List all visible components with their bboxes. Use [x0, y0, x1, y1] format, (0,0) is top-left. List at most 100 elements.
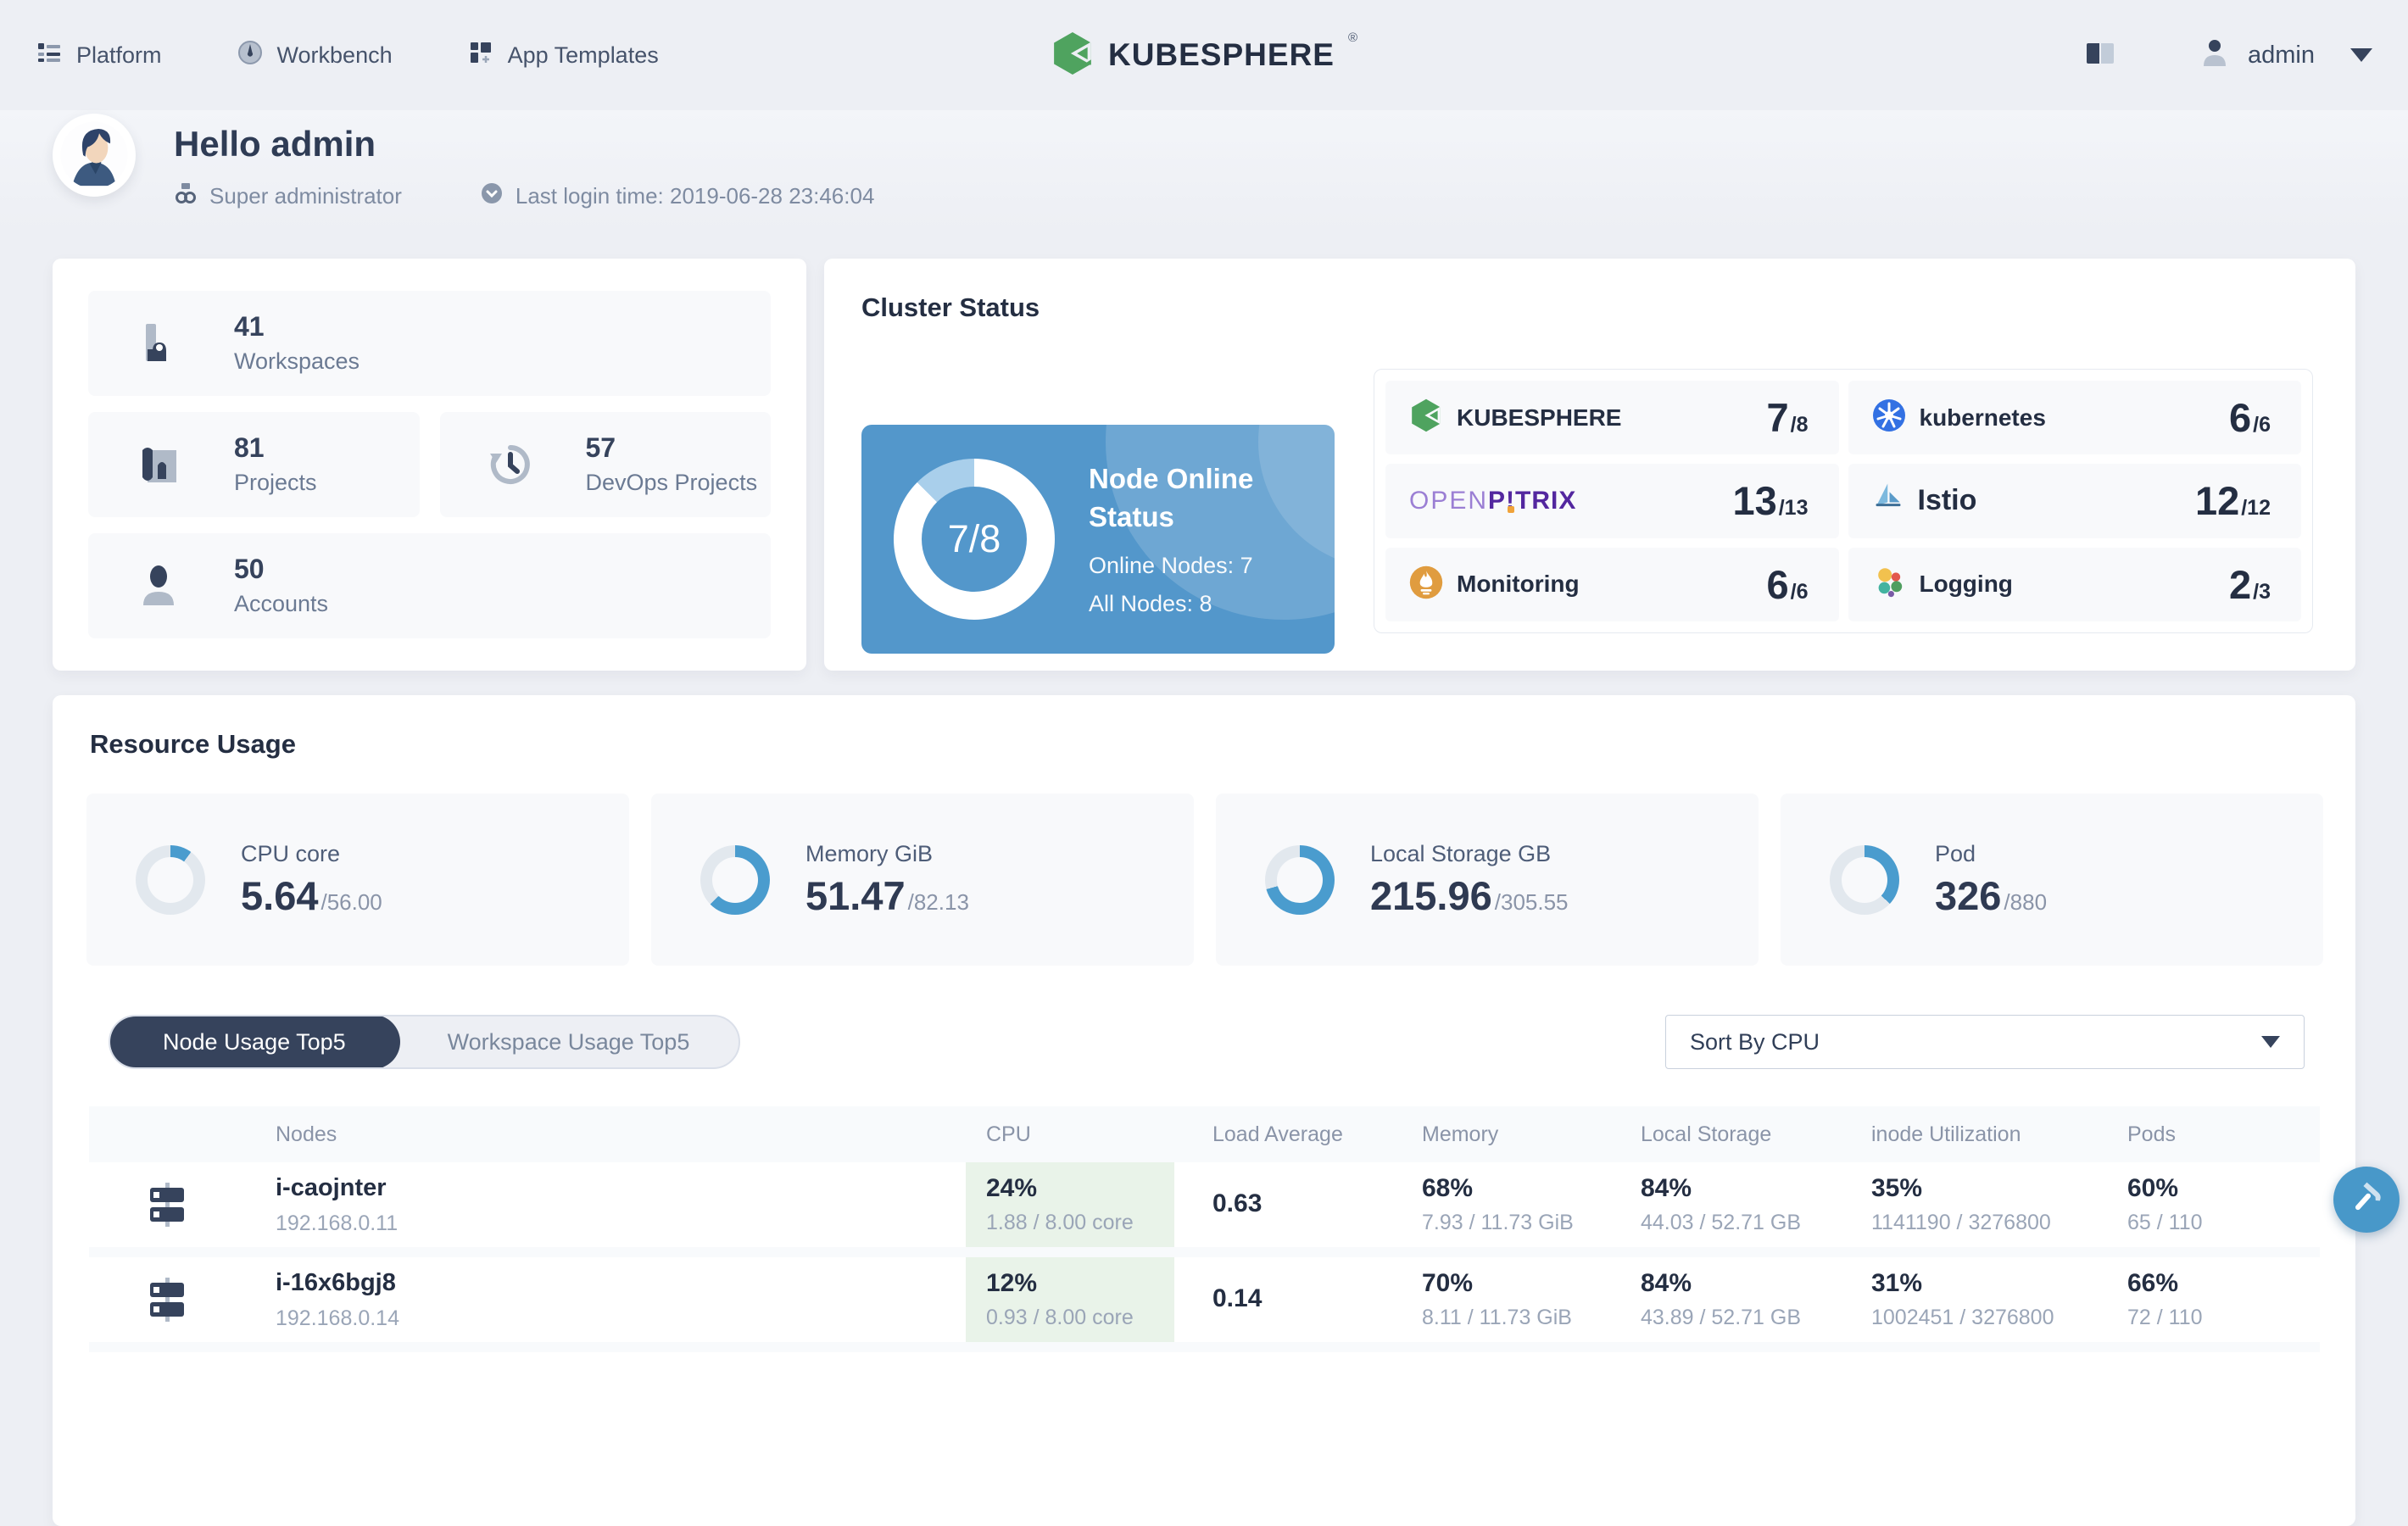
inode-percent: 31% — [1871, 1269, 1923, 1297]
user-menu[interactable]: admin — [2199, 37, 2372, 74]
gauge-pod: Pod 326 /880 — [1781, 794, 2323, 966]
stat-label: Accounts — [234, 591, 329, 617]
gauge-info: Memory GiB 51.47 /82.13 — [805, 841, 969, 919]
component-total: /6 — [1790, 579, 1809, 604]
accounts-icon — [136, 563, 181, 609]
col-pods: Pods — [2127, 1122, 2176, 1146]
stat-tile-devops[interactable]: 57 DevOps Projects — [439, 412, 771, 517]
sort-by-dropdown[interactable]: Sort By CPU — [1665, 1015, 2305, 1069]
col-nodes: Nodes — [276, 1122, 337, 1146]
nav-item-workbench[interactable]: Workbench — [237, 39, 393, 72]
kubesphere-logo[interactable]: KUBESPHERE ® — [1051, 0, 1357, 110]
gauge-used: 215.96 — [1370, 872, 1492, 918]
gauge-used: 326 — [1935, 872, 2002, 918]
resource-usage-title: Resource Usage — [90, 729, 296, 759]
gauge-used: 5.64 — [241, 872, 319, 918]
gauge-used: 51.47 — [805, 872, 906, 918]
node-status-heading: Node Online Status — [1089, 463, 1254, 532]
openpitrix-p: P — [1488, 486, 1507, 515]
nav-item-label: Workbench — [276, 42, 393, 68]
node-usage-table: Nodes CPU Load Average Memory Local Stor… — [89, 1106, 2320, 1352]
storage-detail: 44.03 / 52.71 GB — [1641, 1211, 1802, 1234]
component-total: /3 — [2253, 579, 2271, 604]
pods-percent: 66% — [2127, 1269, 2179, 1297]
platform-icon — [36, 39, 63, 72]
node-name: i-caojnter — [276, 1174, 387, 1201]
pods-percent: 60% — [2127, 1174, 2179, 1202]
node-ip: 192.168.0.11 — [276, 1211, 399, 1235]
monitoring-component-logo: Monitoring — [1409, 565, 1580, 604]
top-nav: Platform Workbench App Templates KUBESPH… — [0, 0, 2408, 110]
openpitrix-trix: TRIX — [1515, 486, 1577, 515]
resource-gauges: CPU core 5.64 /56.00 Memory GiB 51.47 /8… — [86, 794, 2323, 966]
component-value: 6 — [2229, 395, 2252, 441]
component-name: KUBESPHERE — [1457, 404, 1622, 431]
istio-component-logo: Istio — [1872, 482, 1976, 519]
hero-meta: Super administrator Last login time: 201… — [174, 181, 874, 211]
component-value: 13 — [1732, 478, 1777, 524]
nav-item-platform[interactable]: Platform — [36, 39, 162, 72]
tab-workspace-usage-top5[interactable]: Workspace Usage Top5 — [399, 1016, 739, 1067]
last-login-clock-icon — [480, 181, 504, 211]
gauge-total: /82.13 — [907, 888, 969, 915]
stat-text: 57 DevOps Projects — [585, 432, 758, 496]
component-monitoring: Monitoring 6 /6 — [1385, 547, 1839, 621]
openpitrix-logo-text: OPENP! TRIX — [1409, 487, 1576, 515]
logo-registered-mark: ® — [1347, 31, 1358, 45]
stat-label: DevOps Projects — [585, 470, 758, 496]
component-count: 13 /13 — [1732, 477, 1808, 524]
node-online-status-panel: 7/8 Node Online Status Online Nodes: 7 A… — [861, 425, 1335, 654]
nav-item-app-templates[interactable]: App Templates — [467, 39, 659, 72]
gauge-label: Local Storage GB — [1370, 840, 1552, 866]
cpu-percent: 12% — [986, 1269, 1038, 1297]
load-average: 0.14 — [1212, 1284, 1263, 1312]
storage-detail: 43.89 / 52.71 GB — [1641, 1306, 1802, 1329]
gauge-local-storage: Local Storage GB 215.96 /305.55 — [1216, 794, 1759, 966]
docs-book-icon[interactable] — [2083, 36, 2117, 75]
openpitrix-bang: ! — [1506, 486, 1516, 515]
online-nodes-label: Online Nodes: 7 — [1089, 553, 1253, 579]
load-average: 0.63 — [1212, 1189, 1263, 1217]
workbench-icon — [237, 39, 264, 72]
user-role-label: Super administrator — [209, 183, 402, 209]
component-kubesphere: KUBESPHERE 7 /8 — [1385, 381, 1839, 455]
local-storage-donut — [1265, 844, 1335, 915]
gauge-total: /880 — [2004, 888, 2048, 915]
table-row[interactable]: i-16x6bgj8 192.168.0.14 12% 0.93 / 8.00 … — [89, 1257, 2320, 1342]
user-role: Super administrator — [174, 181, 402, 211]
pods-detail: 65 / 110 — [2127, 1211, 2203, 1234]
stat-tile-projects[interactable]: 81 Projects — [88, 412, 420, 517]
logging-icon — [1872, 565, 1906, 604]
storage-percent: 84% — [1641, 1174, 1692, 1202]
cluster-components-box: KUBESPHERE 7 /8 kubernetes 6 /6 OPENP! T… — [1374, 369, 2313, 633]
node-status-text: Node Online Status Online Nodes: 7 All N… — [1089, 460, 1301, 617]
col-memory: Memory — [1422, 1122, 1499, 1146]
gauge-info: Local Storage GB 215.96 /305.55 — [1370, 841, 1569, 919]
role-badge-icon — [174, 181, 198, 211]
devops-projects-icon — [488, 442, 533, 487]
stat-value: 57 — [585, 432, 616, 463]
component-count: 6 /6 — [2229, 394, 2271, 441]
stat-tile-workspaces[interactable]: 41 Workspaces — [88, 291, 771, 396]
col-load-average: Load Average — [1212, 1122, 1343, 1146]
component-openpitrix: OPENP! TRIX 13 /13 — [1385, 464, 1839, 538]
cluster-status-title: Cluster Status — [861, 292, 1040, 322]
table-row[interactable]: i-caojnter 192.168.0.11 24% 1.88 / 8.00 … — [89, 1162, 2320, 1247]
tab-node-usage-top5[interactable]: Node Usage Top5 — [110, 1016, 400, 1067]
logo-text: KUBESPHERE — [1107, 37, 1335, 72]
usage-tabs: Node Usage Top5 Workspace Usage Top5 — [109, 1015, 741, 1069]
chevron-down-icon — [2350, 48, 2372, 62]
cluster-status-card: Cluster Status 7/8 Node Online Status On… — [824, 259, 2355, 671]
stat-value: 41 — [234, 310, 265, 342]
workspaces-icon — [136, 320, 181, 366]
memory-percent: 68% — [1422, 1174, 1474, 1202]
gauge-total: /305.55 — [1494, 888, 1569, 915]
toolbox-button[interactable] — [2333, 1167, 2400, 1233]
stat-tile-accounts[interactable]: 50 Accounts — [88, 533, 771, 638]
inode-detail: 1002451 / 3276800 — [1871, 1306, 2054, 1329]
node-ip: 192.168.0.14 — [276, 1306, 399, 1330]
component-logging: Logging 2 /3 — [1848, 547, 2301, 621]
memory-detail: 8.11 / 11.73 GiB — [1422, 1306, 1572, 1329]
nav-right: admin — [2083, 36, 2372, 75]
dropdown-caret-icon — [2261, 1036, 2280, 1048]
